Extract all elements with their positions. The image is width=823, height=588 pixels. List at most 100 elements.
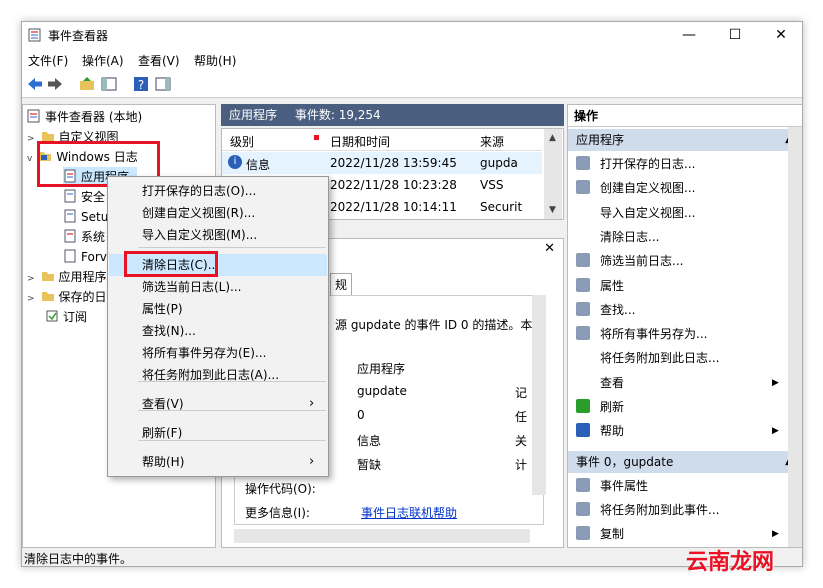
- tree-root-label: 事件查看器 (本地): [45, 110, 143, 124]
- detail-source: gupdate: [357, 384, 407, 398]
- tree-system-log[interactable]: 系统: [63, 227, 105, 247]
- maximize-button[interactable]: ☐: [712, 22, 758, 48]
- up-folder-icon[interactable]: [78, 75, 96, 93]
- action-help[interactable]: 帮助 ▶: [576, 420, 779, 442]
- context-item-find[interactable]: 查找(N)...: [109, 320, 327, 342]
- action-label: 查看: [600, 375, 625, 390]
- title-bar: 事件查看器 — ☐ ✕: [22, 22, 802, 48]
- help-icon[interactable]: ?: [132, 75, 150, 93]
- context-item-refresh[interactable]: 刷新(F): [109, 422, 327, 444]
- action-label: 帮助: [600, 424, 625, 439]
- watermark: 云南龙网: [686, 550, 775, 575]
- detail-close-icon[interactable]: ✕: [544, 241, 555, 256]
- tree-subscriptions[interactable]: 订阅: [45, 307, 87, 327]
- row-date: 2022/11/28 13:59:45: [330, 156, 457, 170]
- actions-scrollbar[interactable]: [788, 127, 802, 547]
- menu-file[interactable]: 文件(F): [28, 52, 68, 69]
- subscription-icon: [46, 310, 58, 322]
- action-label: 事件属性: [600, 479, 649, 493]
- col-level[interactable]: 级别: [230, 133, 254, 150]
- context-item-view[interactable]: 查看(V) ›: [109, 393, 327, 415]
- submenu-arrow-icon: ›: [309, 454, 315, 469]
- context-item-open-saved-log[interactable]: 打开保存的日志(O)...: [109, 180, 327, 202]
- context-item-label: 帮助(H): [142, 455, 185, 469]
- action-attach-task-event[interactable]: 将任务附加到此事件...: [576, 499, 719, 521]
- action-pane-icon[interactable]: [154, 75, 172, 93]
- chevron-down-icon[interactable]: v: [27, 154, 32, 164]
- action-save-all-events[interactable]: 将所有事件另存为...: [576, 323, 707, 345]
- save-icon: [576, 326, 590, 341]
- section-app-label: 应用程序: [576, 133, 625, 147]
- action-view[interactable]: 查看 ▶: [576, 372, 779, 394]
- chevron-right-icon[interactable]: >: [27, 294, 35, 304]
- context-item-help[interactable]: 帮助(H) ›: [109, 451, 327, 473]
- detail-hscrollbar[interactable]: [234, 529, 530, 543]
- tab-details[interactable]: 规: [330, 273, 353, 295]
- action-attach-task-log[interactable]: 将任务附加到此日志...: [576, 347, 719, 369]
- list-scrollbar[interactable]: ▲ ▼: [544, 129, 562, 219]
- action-properties[interactable]: 属性: [576, 275, 624, 297]
- tree-app-services-label: 应用程序: [58, 270, 107, 284]
- forward-arrow-icon[interactable]: [46, 75, 64, 93]
- action-create-custom-view[interactable]: 创建自定义视图...: [576, 177, 695, 199]
- context-item-label: 查看(V): [142, 397, 184, 411]
- detail-right-label: 任: [515, 410, 528, 424]
- context-item-attach-task[interactable]: 将任务附加到此日志(A)...: [109, 364, 327, 386]
- menu-help[interactable]: 帮助(H): [194, 52, 236, 69]
- actions-section-event[interactable]: 事件 0，gupdate▲: [568, 451, 802, 473]
- table-row[interactable]: i 信息 2022/11/28 13:59:45 gupda: [222, 152, 542, 174]
- context-item-label: 创建自定义视图(R)...: [142, 206, 256, 220]
- minimize-button[interactable]: —: [666, 22, 712, 48]
- copy-icon: [576, 526, 590, 540]
- action-label: 筛选当前日志...: [600, 254, 684, 269]
- event-viewer-icon: [27, 109, 40, 123]
- sort-indicator-icon: [314, 135, 319, 140]
- tree-security-log[interactable]: 安全: [63, 187, 105, 207]
- back-arrow-icon[interactable]: [26, 75, 44, 93]
- action-event-properties[interactable]: 事件属性: [576, 475, 648, 497]
- context-item-label: 将任务附加到此日志(A)...: [142, 368, 280, 382]
- col-datetime[interactable]: 日期和时间: [330, 133, 390, 150]
- action-label: 刷新: [600, 400, 625, 414]
- menu-action[interactable]: 操作(A): [82, 52, 124, 69]
- event-log-help-link[interactable]: 事件日志联机帮助: [361, 504, 457, 521]
- action-open-saved-log[interactable]: 打开保存的日志...: [576, 153, 695, 175]
- context-item-label: 筛选当前日志(L)...: [142, 280, 242, 294]
- action-find[interactable]: 查找...: [576, 299, 635, 321]
- toolbar: ?: [22, 70, 802, 98]
- tree-app-services[interactable]: > 应用程序: [27, 267, 107, 287]
- tree-saved-logs[interactable]: > 保存的日: [27, 287, 107, 307]
- action-copy[interactable]: 复制 ▶: [576, 523, 779, 545]
- col-source[interactable]: 来源: [480, 133, 504, 150]
- action-filter-current-log[interactable]: 筛选当前日志...: [576, 250, 683, 272]
- opcode-label: 操作代码(O):: [245, 482, 316, 496]
- chevron-right-icon[interactable]: >: [27, 134, 35, 144]
- menu-view[interactable]: 查看(V): [138, 52, 180, 69]
- detail-description: 源 gupdate 的事件 ID 0 的描述。本地: [335, 318, 545, 332]
- actions-section-app[interactable]: 应用程序▲: [568, 129, 802, 151]
- action-clear-log[interactable]: 清除日志...: [576, 226, 659, 248]
- context-item-label: 导入自定义视图(M)...: [142, 228, 258, 242]
- context-item-properties[interactable]: 属性(P): [109, 298, 327, 320]
- scroll-up-icon[interactable]: ▲: [549, 133, 556, 143]
- action-import-custom-view[interactable]: 导入自定义视图...: [576, 202, 695, 224]
- submenu-arrow-icon: ▶: [772, 529, 779, 539]
- context-item-filter-current-log[interactable]: 筛选当前日志(L)...: [109, 276, 327, 298]
- properties-icon: [576, 478, 590, 492]
- detail-scrollbar[interactable]: [532, 295, 546, 495]
- context-item-create-custom-view[interactable]: 创建自定义视图(R)...: [109, 202, 327, 224]
- context-item-import-custom-view[interactable]: 导入自定义视图(M)...: [109, 224, 327, 246]
- context-item-save-all-events[interactable]: 将所有事件另存为(E)...: [109, 342, 327, 364]
- action-label: 将所有事件另存为...: [600, 327, 708, 342]
- scroll-down-icon[interactable]: ▼: [549, 205, 556, 215]
- tree-setup-log[interactable]: Setu: [63, 207, 108, 227]
- tree-root[interactable]: 事件查看器 (本地): [27, 107, 142, 127]
- tree-forwarded-log[interactable]: Forv: [63, 247, 107, 267]
- show-hide-console-icon[interactable]: [100, 75, 118, 93]
- close-button[interactable]: ✕: [758, 22, 802, 48]
- event-viewer-icon: [28, 28, 41, 42]
- action-refresh[interactable]: 刷新: [576, 396, 624, 418]
- context-item-label: 打开保存的日志(O)...: [142, 184, 257, 198]
- submenu-arrow-icon: ▶: [772, 377, 779, 388]
- chevron-right-icon[interactable]: >: [27, 274, 35, 284]
